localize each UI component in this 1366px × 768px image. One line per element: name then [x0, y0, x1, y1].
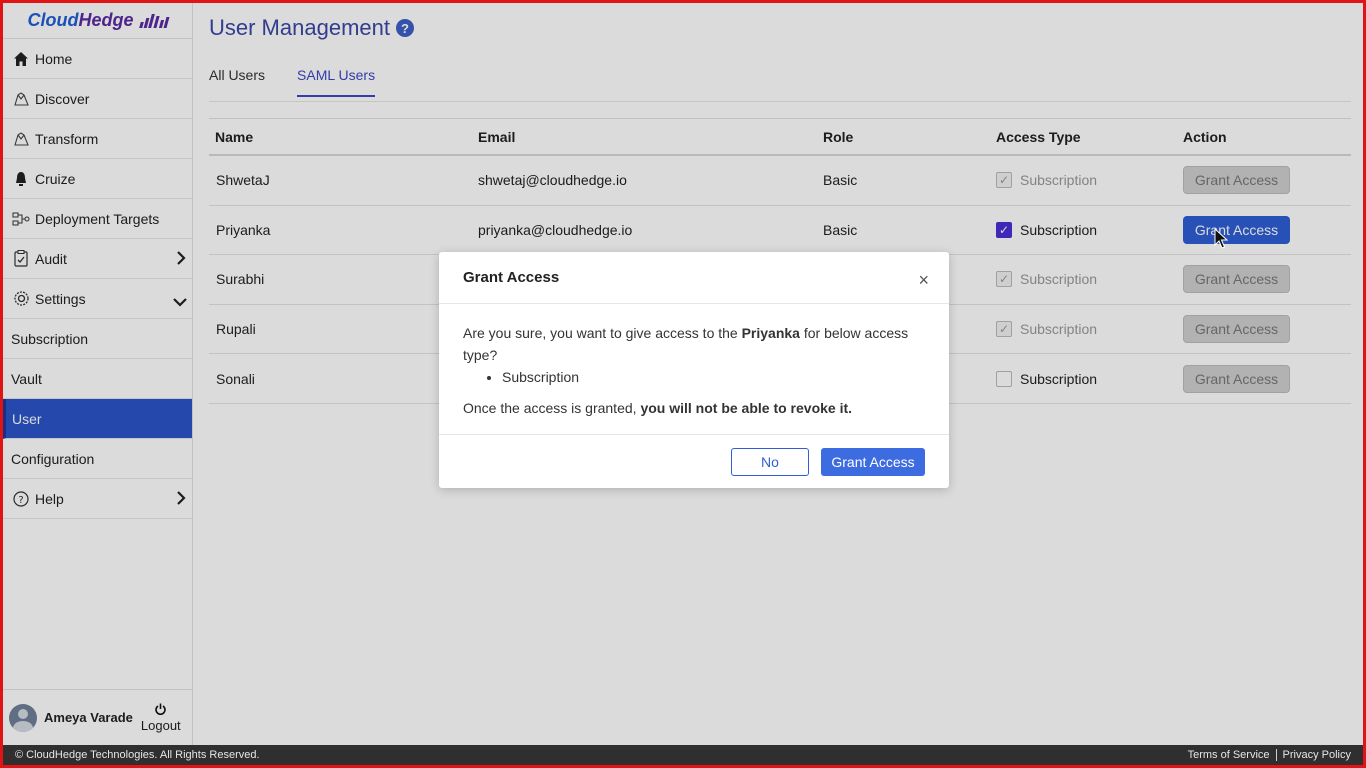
- terms-of-service-link[interactable]: Terms of Service: [1188, 749, 1270, 761]
- no-button[interactable]: No: [731, 447, 809, 476]
- dialog-message: Are you sure, you want to give access to…: [463, 325, 909, 363]
- confirm-grant-access-button[interactable]: Grant Access: [821, 447, 925, 476]
- close-icon[interactable]: ×: [918, 270, 929, 291]
- dialog-header: Grant Access ×: [439, 252, 949, 304]
- privacy-policy-link[interactable]: Privacy Policy: [1283, 749, 1351, 761]
- copyright-text: © CloudHedge Technologies. All Rights Re…: [15, 749, 260, 761]
- dialog-footer: No Grant Access: [439, 434, 949, 488]
- grant-access-dialog: Grant Access × Are you sure, you want to…: [439, 252, 949, 488]
- list-item: Subscription: [502, 366, 925, 388]
- footer-divider: [1275, 749, 1277, 761]
- dialog-title: Grant Access: [463, 269, 560, 286]
- dialog-body: Are you sure, you want to give access to…: [439, 304, 949, 419]
- page-footer: © CloudHedge Technologies. All Rights Re…: [3, 745, 1363, 765]
- dialog-note: Once the access is granted, you will not…: [463, 400, 853, 416]
- access-type-list: Subscription: [502, 366, 925, 388]
- dialog-user-name: Priyanka: [741, 325, 800, 341]
- mouse-cursor-icon: [1214, 227, 1229, 255]
